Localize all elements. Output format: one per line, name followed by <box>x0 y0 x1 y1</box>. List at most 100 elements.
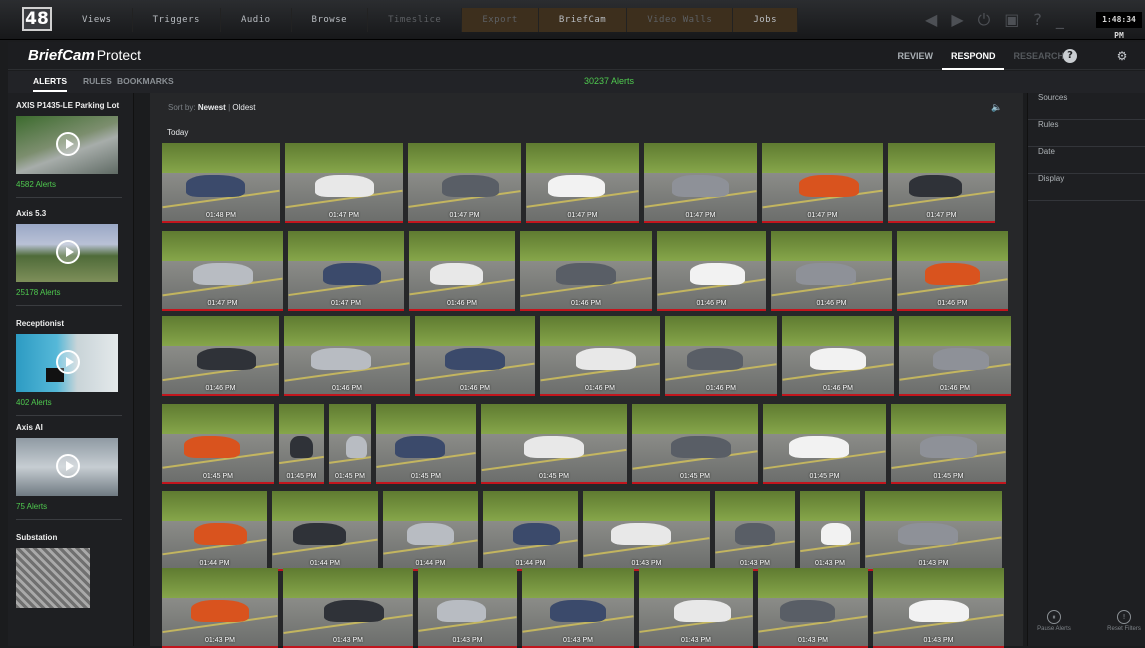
menu-views[interactable]: Views <box>62 8 133 32</box>
alert-thumbnail[interactable]: 01:44 PM <box>272 491 378 571</box>
camera-item[interactable]: AXIS P1435-LE Parking Lot 4582 Alerts <box>16 101 128 198</box>
vehicle <box>673 600 731 622</box>
alert-thumbnail[interactable]: 01:43 PM <box>522 568 634 648</box>
camera-item[interactable]: Substation <box>16 533 128 614</box>
play-icon[interactable] <box>56 454 80 478</box>
pause-alerts-button[interactable]: ⏸ Pause Alerts <box>1034 610 1074 642</box>
sub-tabs: ALERTS RULES BOOKMARKS 30237 Alerts <box>8 71 1145 93</box>
filter-display[interactable]: Display <box>1028 174 1145 201</box>
alert-thumbnail[interactable]: 01:45 PM <box>279 404 324 484</box>
menu-triggers[interactable]: Triggers <box>133 8 221 32</box>
scene-background <box>639 568 753 598</box>
forward-icon[interactable]: ▶ <box>951 10 963 30</box>
help-icon[interactable]: ? <box>1063 49 1077 63</box>
menu-timeslice[interactable]: Timeslice <box>368 8 463 32</box>
vehicle <box>924 263 981 285</box>
tab-alerts[interactable]: ALERTS <box>33 76 67 92</box>
alert-thumbnail[interactable]: 01:46 PM <box>409 231 515 311</box>
alert-thumbnail[interactable]: 01:46 PM <box>657 231 766 311</box>
camera-thumbnail[interactable] <box>16 548 90 608</box>
menu-audio[interactable]: Audio <box>221 8 292 32</box>
camera-item[interactable]: Axis 5.3 25178 Alerts <box>16 209 128 306</box>
sort-newest[interactable]: Newest <box>198 103 226 112</box>
alert-thumbnail[interactable]: 01:43 PM <box>715 491 795 571</box>
tab-bookmarks[interactable]: BOOKMARKS <box>117 76 174 86</box>
alert-thumbnail[interactable]: 01:47 PM <box>888 143 995 223</box>
alert-thumbnail[interactable]: 01:46 PM <box>899 316 1011 396</box>
alert-thumbnail[interactable]: 01:46 PM <box>665 316 777 396</box>
alert-thumbnail[interactable]: 01:43 PM <box>583 491 710 571</box>
menu-briefcam[interactable]: BriefCam <box>538 8 628 32</box>
reset-filters-button[interactable]: ! Reset Filters <box>1104 610 1144 642</box>
filter-panel: Sources Rules Date Display ⏸ Pause Alert… <box>1027 93 1145 646</box>
alert-thumbnail[interactable]: 01:45 PM <box>632 404 758 484</box>
alert-thumbnail[interactable]: 01:46 PM <box>162 316 279 396</box>
alert-thumbnail[interactable]: 01:46 PM <box>771 231 892 311</box>
alert-thumbnail[interactable]: 01:45 PM <box>376 404 476 484</box>
camera-thumbnail[interactable] <box>16 224 118 282</box>
tab-rules[interactable]: RULES <box>83 76 112 86</box>
alert-thumbnail[interactable]: 01:44 PM <box>162 491 267 571</box>
alert-thumbnail[interactable]: 01:43 PM <box>418 568 517 648</box>
alert-thumbnail[interactable]: 01:45 PM <box>763 404 886 484</box>
alert-thumbnail[interactable]: 01:46 PM <box>284 316 410 396</box>
help-icon[interactable]: ? <box>1033 10 1042 30</box>
alert-thumbnail[interactable]: 01:43 PM <box>865 491 1002 571</box>
alert-thumbnail[interactable]: 01:47 PM <box>162 231 283 311</box>
scene-background <box>763 404 886 434</box>
alert-timestamp: 01:43 PM <box>563 637 593 644</box>
alert-thumbnail[interactable]: 01:44 PM <box>383 491 478 571</box>
filter-date[interactable]: Date <box>1028 147 1145 174</box>
menu-browse[interactable]: Browse <box>292 8 369 32</box>
alert-thumbnail[interactable]: 01:45 PM <box>162 404 274 484</box>
play-icon[interactable] <box>56 132 80 156</box>
minimize-icon[interactable]: _ <box>1056 10 1064 30</box>
alert-thumbnail[interactable]: 01:46 PM <box>540 316 660 396</box>
alert-thumbnail[interactable]: 01:43 PM <box>800 491 860 571</box>
alert-timestamp: 01:47 PM <box>207 300 238 307</box>
alert-thumbnail[interactable]: 01:47 PM <box>408 143 521 223</box>
filter-sources[interactable]: Sources <box>1028 93 1145 120</box>
alert-thumbnail[interactable]: 01:43 PM <box>162 568 278 648</box>
mode-review[interactable]: REVIEW <box>888 42 942 70</box>
alert-thumbnail[interactable]: 01:45 PM <box>481 404 627 484</box>
menu-export[interactable]: Export <box>462 8 539 32</box>
camera-thumbnail[interactable] <box>16 438 118 496</box>
speaker-mute-icon[interactable]: 🔈 <box>991 103 1003 113</box>
menu-jobs[interactable]: Jobs <box>733 8 799 32</box>
back-icon[interactable]: ◀ <box>925 10 937 30</box>
alert-thumbnail[interactable]: 01:47 PM <box>288 231 404 311</box>
alert-thumbnail[interactable]: 01:46 PM <box>897 231 1008 311</box>
vehicle <box>690 263 745 285</box>
alert-thumbnail[interactable]: 01:48 PM <box>162 143 280 223</box>
scene-background <box>644 143 757 173</box>
menu-video-walls[interactable]: Video Walls <box>627 8 734 32</box>
alert-thumbnail[interactable]: 01:46 PM <box>782 316 894 396</box>
alert-thumbnail[interactable]: 01:45 PM <box>891 404 1006 484</box>
camera-thumbnail[interactable] <box>16 334 118 392</box>
camera-item[interactable]: Receptionist 402 Alerts <box>16 319 128 416</box>
play-icon[interactable] <box>56 240 80 264</box>
alert-thumbnail[interactable]: 01:47 PM <box>644 143 757 223</box>
layout-icon[interactable]: ▣ <box>1004 10 1019 30</box>
alert-thumbnail[interactable]: 01:47 PM <box>285 143 403 223</box>
camera-item[interactable]: Axis AI 75 Alerts <box>16 423 128 520</box>
alert-thumbnail[interactable]: 01:45 PM <box>329 404 371 484</box>
mode-respond[interactable]: RESPOND <box>941 42 1005 70</box>
filter-rules[interactable]: Rules <box>1028 120 1145 147</box>
alert-thumbnail[interactable]: 01:47 PM <box>526 143 639 223</box>
alert-thumbnail[interactable]: 01:47 PM <box>762 143 883 223</box>
alert-thumbnail[interactable]: 01:46 PM <box>520 231 652 311</box>
alert-thumbnail[interactable]: 01:46 PM <box>415 316 535 396</box>
alert-thumbnail[interactable]: 01:43 PM <box>758 568 868 648</box>
gear-icon[interactable]: ⚙ <box>1115 49 1129 63</box>
alert-thumbnail[interactable]: 01:43 PM <box>873 568 1004 648</box>
play-icon[interactable] <box>56 350 80 374</box>
alert-thumbnail[interactable]: 01:44 PM <box>483 491 578 571</box>
camera-thumbnail[interactable] <box>16 116 118 174</box>
alert-thumbnail[interactable]: 01:43 PM <box>639 568 753 648</box>
vehicle <box>576 348 636 370</box>
power-icon[interactable]: ⏻ <box>978 10 991 30</box>
sort-oldest[interactable]: Oldest <box>232 103 255 112</box>
alert-thumbnail[interactable]: 01:43 PM <box>283 568 413 648</box>
